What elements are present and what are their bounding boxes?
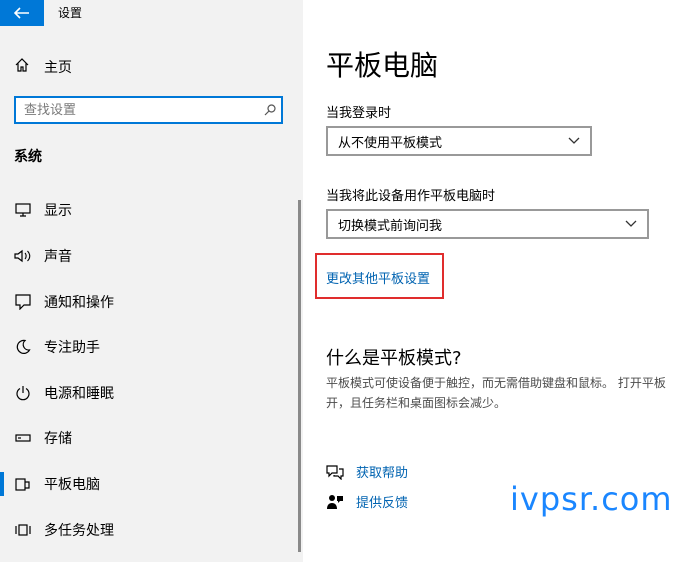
tablet-mode-description: 平板模式可使设备便于触控，而无需借助键盘和鼠标。 打开平板 开，且任务栏和桌面图… [326, 373, 700, 413]
sidebar-item-power-sleep[interactable]: 电源和睡眠 [0, 373, 296, 413]
tablet-use-dropdown[interactable]: 切换模式前询问我 [326, 209, 649, 239]
sidebar-item-label: 专注助手 [44, 340, 100, 356]
signin-mode-dropdown[interactable]: 从不使用平板模式 [326, 126, 592, 156]
signin-mode-label: 当我登录时 [326, 106, 392, 121]
sidebar-item-label: 声音 [44, 249, 72, 265]
give-feedback-row[interactable]: 提供反馈 [326, 492, 408, 511]
tablet-use-value: 切换模式前询问我 [338, 218, 443, 234]
section-label: 系统 [14, 149, 42, 165]
notification-icon [12, 291, 34, 313]
watermark: ivpsr.com [510, 480, 673, 518]
chevron-down-icon [568, 134, 580, 149]
chevron-down-icon [625, 217, 637, 232]
sidebar-item-multitasking[interactable]: 多任务处理 [0, 510, 296, 550]
storage-icon [12, 427, 34, 449]
home-label: 主页 [44, 60, 72, 76]
feedback-person-icon [326, 493, 344, 511]
get-help-link[interactable]: 获取帮助 [356, 462, 408, 481]
back-arrow-icon [13, 4, 30, 23]
sidebar-item-display[interactable]: 显示 [0, 190, 296, 230]
back-button[interactable] [0, 0, 44, 26]
tablet-icon [12, 473, 34, 495]
sidebar-item-focus-assist[interactable]: 专注助手 [0, 327, 296, 367]
signin-mode-value: 从不使用平板模式 [338, 135, 443, 151]
sidebar-scrollbar[interactable] [298, 200, 301, 552]
moon-icon [12, 336, 34, 358]
home-icon [14, 57, 30, 77]
search-input[interactable] [16, 101, 259, 119]
sidebar-item-label: 多任务处理 [44, 523, 114, 539]
sidebar-item-label: 存储 [44, 431, 72, 447]
sidebar-item-notifications[interactable]: 通知和操作 [0, 282, 296, 322]
what-is-tablet-mode-heading: 什么是平板模式? [326, 348, 462, 369]
sidebar-item-label: 电源和睡眠 [44, 386, 114, 402]
app-title: 设置 [58, 6, 83, 20]
multitask-icon [12, 519, 34, 541]
sidebar: 设置 主页 系统 显示 声音 通知和操作 专注助手 [0, 0, 303, 562]
sidebar-item-label: 通知和操作 [44, 295, 114, 311]
sidebar-home[interactable]: 主页 [14, 56, 72, 78]
sidebar-item-sound[interactable]: 声音 [0, 236, 296, 276]
search-icon[interactable] [259, 104, 281, 116]
sidebar-item-storage[interactable]: 存储 [0, 418, 296, 458]
page-title: 平板电脑 [326, 49, 439, 82]
help-chat-icon [326, 463, 344, 481]
sidebar-item-label: 显示 [44, 203, 72, 219]
sidebar-item-label: 平板电脑 [44, 477, 100, 493]
monitor-icon [12, 199, 34, 221]
speaker-icon [12, 245, 34, 267]
search-box[interactable] [14, 96, 283, 124]
more-tablet-settings-link[interactable]: 更改其他平板设置 [326, 268, 430, 287]
get-help-row[interactable]: 获取帮助 [326, 462, 408, 481]
description-line: 开，且任务栏和桌面图标会减少。 [326, 396, 507, 410]
power-icon [12, 382, 34, 404]
sidebar-item-tablet[interactable]: 平板电脑 [0, 464, 296, 504]
tablet-use-label: 当我将此设备用作平板电脑时 [326, 189, 496, 204]
give-feedback-link[interactable]: 提供反馈 [356, 492, 408, 511]
description-line: 平板模式可使设备便于触控，而无需借助键盘和鼠标。 打开平板 [326, 376, 666, 390]
